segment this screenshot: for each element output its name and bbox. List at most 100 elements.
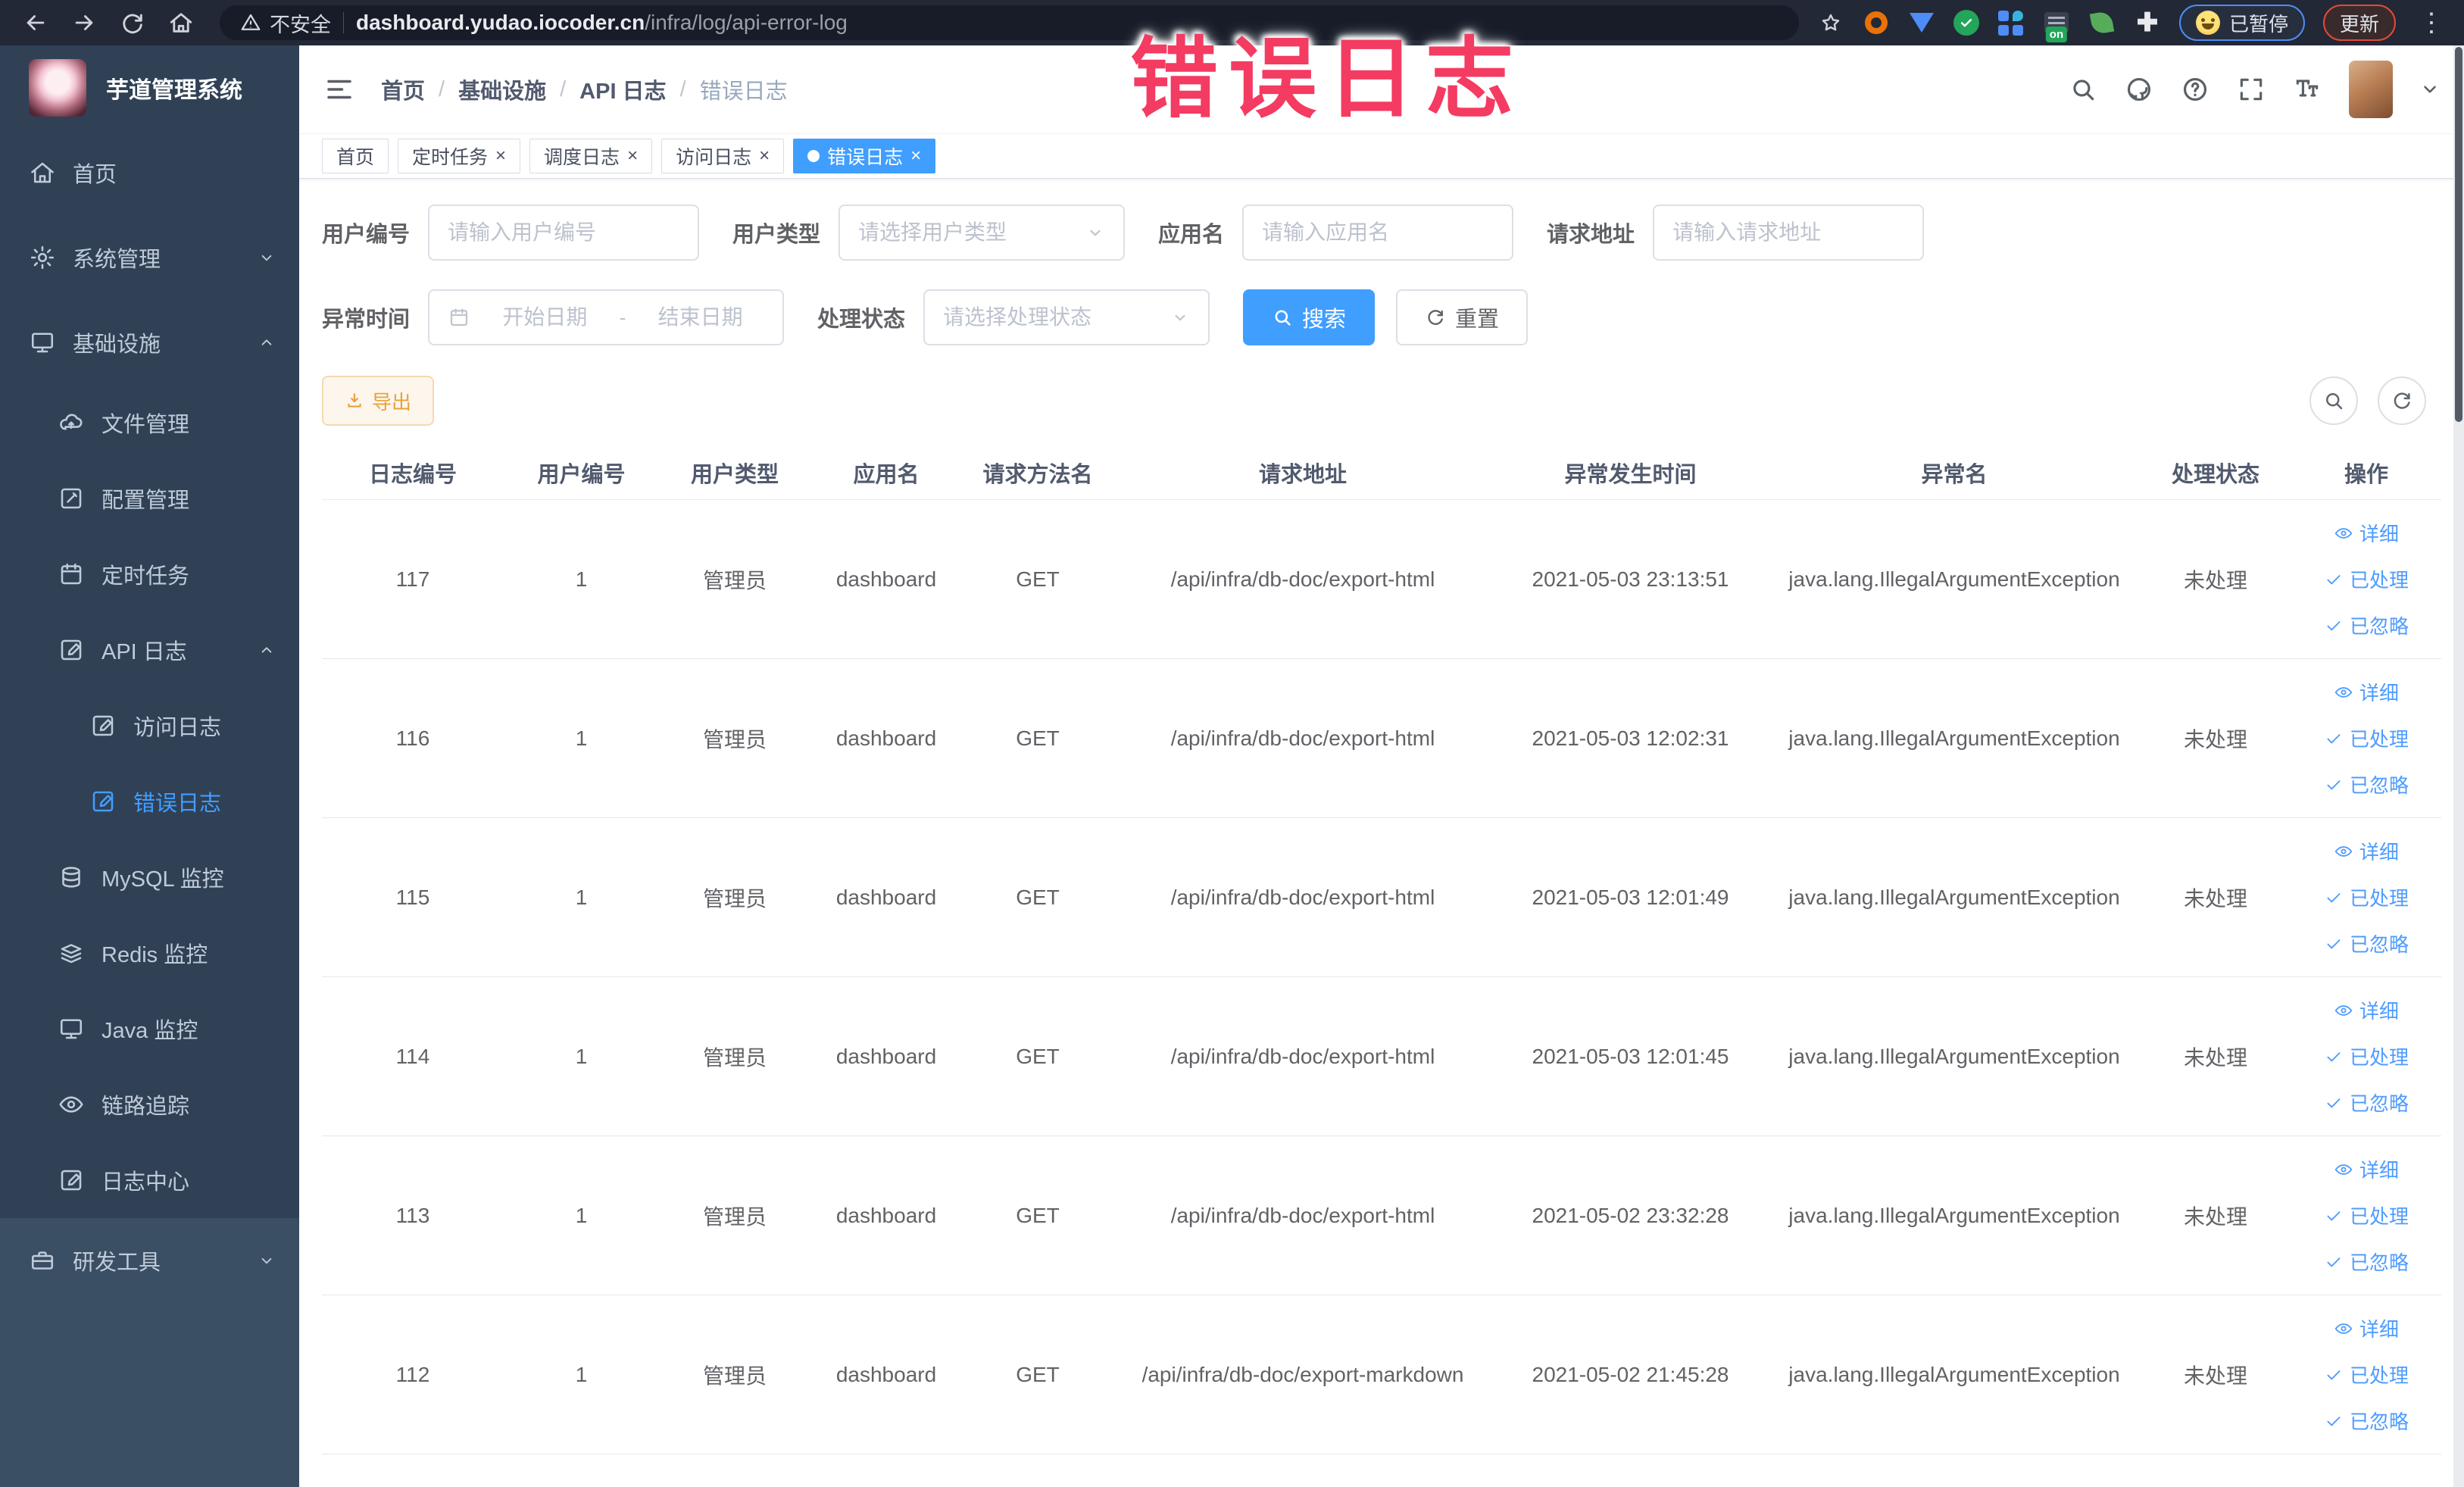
action-label: 已忽略: [2349, 1092, 2409, 1115]
filter-label: 请求地址: [1547, 223, 1635, 247]
action-processed-link[interactable]: 已处理: [2324, 883, 2409, 911]
browser-forward-icon[interactable]: [64, 2, 105, 43]
action-detail-link[interactable]: 详细: [2334, 519, 2399, 547]
filter-user-id: 用户编号: [322, 205, 700, 261]
reset-button[interactable]: 重置: [1396, 289, 1529, 345]
extension-switch-icon[interactable]: on: [2043, 9, 2070, 42]
user-id-input[interactable]: [448, 220, 680, 245]
extension-orange-icon[interactable]: [1863, 9, 1890, 36]
extension-grid-icon[interactable]: [1997, 9, 2025, 36]
help-icon[interactable]: [2181, 75, 2209, 104]
address-bar[interactable]: 不安全 dashboard.yudao.iocoder.cn/infra/log…: [220, 5, 1799, 40]
paused-chip[interactable]: 已暂停: [2178, 5, 2305, 41]
start-date-input[interactable]: [481, 305, 609, 330]
extension-shield-icon[interactable]: [1908, 9, 1935, 36]
action-processed-link[interactable]: 已处理: [2324, 1360, 2409, 1389]
sidebar-item-calendar[interactable]: 定时任务: [0, 536, 299, 612]
tab-2[interactable]: 调度日志 ×: [529, 139, 653, 173]
action-detail-link[interactable]: 详细: [2334, 678, 2399, 706]
export-button[interactable]: 导出: [322, 376, 435, 426]
action-ignored-link[interactable]: 已忽略: [2324, 611, 2409, 639]
sidebar-item-log[interactable]: API 日志: [0, 612, 299, 688]
action-label: 已处理: [2349, 1205, 2409, 1228]
process-status-select-input[interactable]: [943, 305, 1165, 330]
action-detail-link[interactable]: 详细: [2334, 1155, 2399, 1183]
action-ignored-link[interactable]: 已忽略: [2324, 1089, 2409, 1117]
sidebar-logo-row[interactable]: 芋道管理系统: [0, 45, 299, 130]
action-ignored-link[interactable]: 已忽略: [2324, 929, 2409, 957]
action-detail-link[interactable]: 详细: [2334, 837, 2399, 865]
column-header: 应用名: [853, 462, 920, 487]
browser-home-icon[interactable]: [161, 2, 201, 43]
action-ignored-link[interactable]: 已忽略: [2324, 770, 2409, 798]
security-chip[interactable]: 不安全: [239, 8, 331, 38]
tab-active[interactable]: 错误日志 ×: [793, 139, 936, 173]
user-type-select-input[interactable]: [858, 220, 1080, 245]
breadcrumb-item[interactable]: 基础设施: [458, 73, 546, 105]
process-status-select[interactable]: [923, 289, 1210, 345]
tab-0[interactable]: 首页: [322, 139, 389, 173]
cell-app: dashboard: [835, 1044, 937, 1068]
close-tab-icon[interactable]: ×: [495, 147, 506, 165]
action-detail-link[interactable]: 详细: [2334, 996, 2399, 1024]
hamburger-icon[interactable]: [323, 73, 355, 105]
action-ignored-link[interactable]: 已忽略: [2324, 1248, 2409, 1276]
sidebar-item-monitor[interactable]: 基础设施: [0, 300, 299, 385]
tab-1[interactable]: 定时任务 ×: [398, 139, 521, 173]
browser-back-icon[interactable]: [15, 2, 56, 43]
error-log-table: 日志编号 用户编号 用户类型 应用名 请求方法名 请求地址 异常发生时间 异常名 处理状态 操作 …: [322, 445, 2441, 1454]
user-type-select[interactable]: [839, 205, 1126, 261]
search-button[interactable]: 搜索: [1243, 289, 1376, 345]
end-date-input[interactable]: [636, 305, 764, 330]
extensions-area: on ✚ 已暂停 更新 ⋮: [1817, 5, 2449, 42]
close-tab-icon[interactable]: ×: [627, 147, 638, 165]
scrollbar-thumb[interactable]: [2455, 47, 2462, 422]
user-avatar[interactable]: [2349, 61, 2393, 118]
bookmark-star-icon[interactable]: [1817, 9, 1844, 36]
browser-reload-icon[interactable]: [112, 2, 153, 43]
extensions-puzzle-icon[interactable]: ✚: [2134, 9, 2161, 36]
action-processed-link[interactable]: 已处理: [2324, 1201, 2409, 1229]
date-range-picker[interactable]: -: [428, 289, 785, 345]
sidebar-item-log[interactable]: 日志中心: [0, 1142, 299, 1218]
avatar-caret-icon[interactable]: [2420, 80, 2440, 99]
sidebar-item-log[interactable]: 错误日志: [0, 764, 299, 839]
refresh-table-button[interactable]: [2378, 376, 2426, 425]
github-icon[interactable]: [2125, 75, 2153, 104]
toggle-search-button[interactable]: [2309, 376, 2358, 425]
close-tab-icon[interactable]: ×: [910, 147, 921, 165]
sidebar-item-home[interactable]: 首页: [0, 130, 299, 215]
fullscreen-icon[interactable]: [2237, 75, 2266, 104]
sidebar-item-database[interactable]: MySQL 监控: [0, 839, 299, 915]
header-search-icon[interactable]: [2069, 75, 2097, 104]
page-scrollbar[interactable]: [2453, 45, 2464, 1487]
action-processed-link[interactable]: 已处理: [2324, 1042, 2409, 1070]
sidebar-item-monitor[interactable]: Java 监控: [0, 991, 299, 1067]
close-tab-icon[interactable]: ×: [759, 147, 770, 165]
font-size-icon[interactable]: [2293, 75, 2322, 104]
sidebar-item-edit-square[interactable]: 配置管理: [0, 461, 299, 536]
sidebar-item-eye[interactable]: 链路追踪: [0, 1067, 299, 1142]
sidebar-item-layers[interactable]: Redis 监控: [0, 915, 299, 991]
cell-time: 2021-05-02 21:45:28: [1532, 1362, 1729, 1386]
breadcrumb-item[interactable]: API 日志: [579, 73, 666, 105]
action-processed-link[interactable]: 已处理: [2324, 724, 2409, 752]
browser-menu-icon[interactable]: ⋮: [2414, 8, 2449, 38]
extension-check-icon[interactable]: [1953, 10, 1979, 36]
tab-3[interactable]: 访问日志 ×: [661, 139, 785, 173]
filter-label: 处理状态: [817, 308, 906, 332]
action-detail-link[interactable]: 详细: [2334, 1314, 2399, 1342]
sidebar-item-toolbox[interactable]: 研发工具: [0, 1218, 299, 1303]
sidebar-item-cloud-upload[interactable]: 文件管理: [0, 385, 299, 461]
sidebar-item-log[interactable]: 访问日志: [0, 688, 299, 764]
request-url-input[interactable]: [1672, 220, 1905, 245]
breadcrumb-item[interactable]: 首页: [381, 73, 425, 105]
action-ignored-link[interactable]: 已忽略: [2324, 1407, 2409, 1435]
check-icon: [2324, 729, 2344, 748]
app-name-input[interactable]: [1262, 220, 1494, 245]
action-processed-link[interactable]: 已处理: [2324, 565, 2409, 593]
cell-status: 未处理: [2183, 1204, 2247, 1229]
extension-leaf-icon[interactable]: [2088, 9, 2116, 36]
update-button[interactable]: 更新: [2322, 5, 2396, 41]
sidebar-item-gear[interactable]: 系统管理: [0, 215, 299, 300]
